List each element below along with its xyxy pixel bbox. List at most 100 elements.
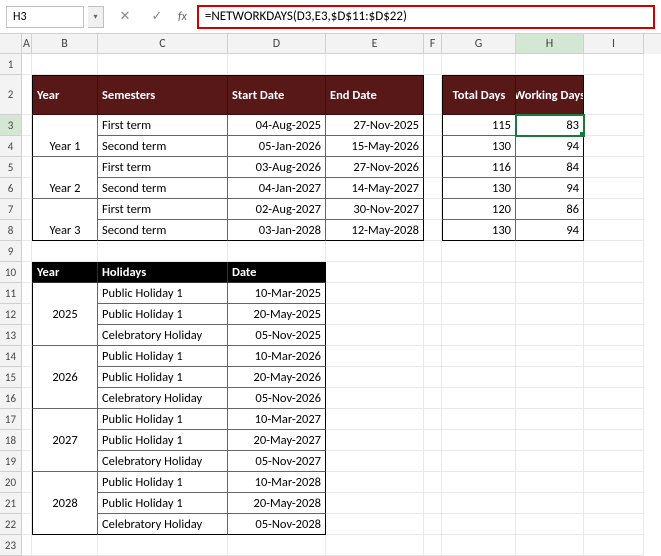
cell-D22[interactable]: 05-Nov-2028 (228, 514, 326, 535)
cell-A15[interactable] (22, 367, 32, 388)
cell-C9[interactable] (98, 241, 228, 262)
cell-D8[interactable]: 03-Jan-2028 (228, 220, 326, 241)
cell-A11[interactable] (22, 283, 32, 304)
row-header-8[interactable]: 8 (0, 220, 22, 241)
row-header-14[interactable]: 14 (0, 346, 22, 367)
cell-A10[interactable] (22, 262, 32, 283)
select-all-corner[interactable] (0, 34, 22, 54)
cell-G10[interactable] (442, 262, 516, 283)
cell-E13[interactable] (326, 325, 424, 346)
cell-D6[interactable]: 04-Jan-2027 (228, 178, 326, 199)
cell-A13[interactable] (22, 325, 32, 346)
cell-F13[interactable] (424, 325, 442, 346)
row-header-17[interactable]: 17 (0, 409, 22, 430)
cell-F6[interactable] (424, 178, 442, 199)
cell-C4[interactable]: Second term (98, 136, 228, 157)
cell-D4[interactable]: 05-Jan-2026 (228, 136, 326, 157)
cell-F9[interactable] (424, 241, 442, 262)
fx-label[interactable]: fx (178, 10, 187, 24)
cell-A22[interactable] (22, 514, 32, 535)
cell-D7[interactable]: 02-Aug-2027 (228, 199, 326, 220)
name-box-dropdown[interactable]: ▾ (88, 6, 104, 28)
cell-E8[interactable]: 12-May-2028 (326, 220, 424, 241)
cell-E3[interactable]: 27-Nov-2025 (326, 115, 424, 136)
cell-E20[interactable] (326, 472, 424, 493)
cancel-formula-icon[interactable]: ✕ (114, 6, 136, 28)
col-header-C[interactable]: C (98, 34, 228, 54)
cell-F8[interactable] (424, 220, 442, 241)
cell-B9[interactable] (32, 241, 98, 262)
cell-I16[interactable] (584, 388, 644, 409)
cell-E23[interactable] (326, 535, 424, 556)
cell-B16[interactable] (32, 388, 98, 409)
cell-A23[interactable] (22, 535, 32, 556)
cell-B20[interactable] (32, 472, 98, 493)
cell-D2[interactable]: Start Date (228, 75, 326, 115)
cell-C16[interactable]: Celebratory Holiday (98, 388, 228, 409)
cell-A17[interactable] (22, 409, 32, 430)
cell-F16[interactable] (424, 388, 442, 409)
cell-H20[interactable] (516, 472, 584, 493)
cell-C19[interactable]: Celebratory Holiday (98, 451, 228, 472)
cell-G16[interactable] (442, 388, 516, 409)
cell-E11[interactable] (326, 283, 424, 304)
cell-G1[interactable] (442, 54, 516, 75)
cell-F2[interactable] (424, 75, 442, 115)
cell-H12[interactable] (516, 304, 584, 325)
cell-B19[interactable] (32, 451, 98, 472)
cell-F19[interactable] (424, 451, 442, 472)
cell-E18[interactable] (326, 430, 424, 451)
cell-G3[interactable]: 115 (442, 115, 516, 136)
cell-G18[interactable] (442, 430, 516, 451)
cell-E6[interactable]: 14-May-2027 (326, 178, 424, 199)
cell-H18[interactable] (516, 430, 584, 451)
cell-D14[interactable]: 10-Mar-2026 (228, 346, 326, 367)
cell-G12[interactable] (442, 304, 516, 325)
col-header-B[interactable]: B (32, 34, 98, 54)
cell-B11[interactable] (32, 283, 98, 304)
row-header-15[interactable]: 15 (0, 367, 22, 388)
row-header-22[interactable]: 22 (0, 514, 22, 535)
cell-B18[interactable]: 2027 (32, 430, 98, 451)
row-header-1[interactable]: 1 (0, 54, 22, 75)
cell-G7[interactable]: 120 (442, 199, 516, 220)
cell-G4[interactable]: 130 (442, 136, 516, 157)
cell-H15[interactable] (516, 367, 584, 388)
cell-G8[interactable]: 130 (442, 220, 516, 241)
cell-I6[interactable] (584, 178, 644, 199)
cell-C23[interactable] (98, 535, 228, 556)
cell-A5[interactable] (22, 157, 32, 178)
row-header-12[interactable]: 12 (0, 304, 22, 325)
formula-input[interactable]: =NETWORKDAYS(D3,E3,$D$11:$D$22) (197, 5, 655, 29)
cell-G22[interactable] (442, 514, 516, 535)
cell-C17[interactable]: Public Holiday 1 (98, 409, 228, 430)
cell-A2[interactable] (22, 75, 32, 115)
cell-G19[interactable] (442, 451, 516, 472)
cell-F14[interactable] (424, 346, 442, 367)
name-box[interactable]: H3 (6, 6, 84, 28)
cell-F18[interactable] (424, 430, 442, 451)
cell-E5[interactable]: 27-Nov-2026 (326, 157, 424, 178)
row-header-20[interactable]: 20 (0, 472, 22, 493)
cell-C2[interactable]: Semesters (98, 75, 228, 115)
cell-C18[interactable]: Public Holiday 1 (98, 430, 228, 451)
cell-C14[interactable]: Public Holiday 1 (98, 346, 228, 367)
cell-H21[interactable] (516, 493, 584, 514)
fill-handle[interactable] (580, 132, 584, 136)
confirm-formula-icon[interactable]: ✓ (146, 6, 168, 28)
row-header-13[interactable]: 13 (0, 325, 22, 346)
cell-C21[interactable]: Public Holiday 1 (98, 493, 228, 514)
cell-F17[interactable] (424, 409, 442, 430)
cell-F22[interactable] (424, 514, 442, 535)
cell-C11[interactable]: Public Holiday 1 (98, 283, 228, 304)
cell-G5[interactable]: 116 (442, 157, 516, 178)
cell-H16[interactable] (516, 388, 584, 409)
cell-A6[interactable] (22, 178, 32, 199)
cell-B10[interactable]: Year (32, 262, 98, 283)
cell-B21[interactable]: 2028 (32, 493, 98, 514)
row-header-6[interactable]: 6 (0, 178, 22, 199)
cell-F21[interactable] (424, 493, 442, 514)
cell-D23[interactable] (228, 535, 326, 556)
cell-B7[interactable] (32, 199, 98, 220)
col-header-G[interactable]: G (442, 34, 516, 54)
